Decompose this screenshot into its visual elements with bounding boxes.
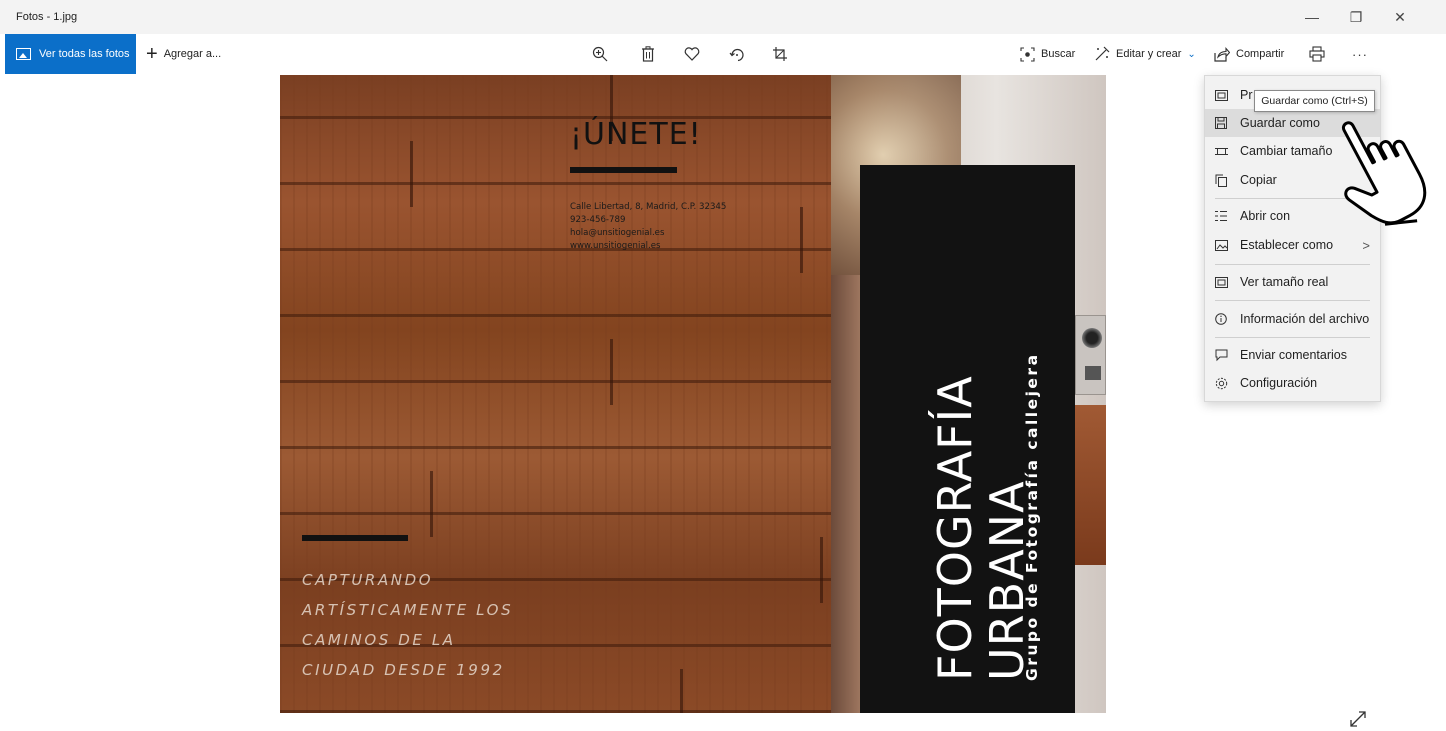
- title-fotografia: FOTOGRAFÍA: [928, 375, 982, 681]
- menu-item-file-info[interactable]: Información del archivo: [1205, 305, 1380, 333]
- close-button[interactable]: ✕: [1378, 0, 1422, 34]
- feedback-icon: [1214, 348, 1228, 362]
- tagline-line: CAMINOS DE LA: [302, 631, 456, 649]
- zoom-button[interactable]: [588, 42, 612, 66]
- contact-web: www.unsitiogenial.es: [570, 241, 661, 251]
- share-button[interactable]: Compartir: [1214, 34, 1284, 74]
- actual-size-icon: [1214, 275, 1228, 289]
- edit-create-label: Editar y crear: [1116, 48, 1182, 60]
- fullscreen-icon[interactable]: [1349, 710, 1367, 728]
- share-label: Compartir: [1236, 48, 1285, 60]
- menu-item-label: Copiar: [1240, 173, 1277, 187]
- chevron-down-icon: ⌄: [1187, 48, 1196, 60]
- add-to-button[interactable]: + Agregar a...: [146, 34, 221, 74]
- subtitle-group: Grupo de Fotografía callejera: [1023, 352, 1041, 681]
- close-icon: ✕: [1394, 8, 1406, 25]
- resize-icon: [1214, 144, 1228, 158]
- zoom-icon: [592, 46, 608, 62]
- maximize-icon: ❐: [1349, 8, 1363, 25]
- window-title: Fotos - 1.jpg: [16, 11, 78, 23]
- settings-icon: [1214, 376, 1228, 390]
- tagline-bar: [302, 535, 408, 541]
- minimize-button[interactable]: —: [1290, 0, 1334, 34]
- menu-item-actual-size[interactable]: Ver tamaño real: [1205, 268, 1380, 296]
- menu-item-label: Establecer como: [1240, 238, 1334, 252]
- maximize-button[interactable]: ❐: [1334, 0, 1378, 34]
- tagline: CAPTURANDO ARTÍSTICAMENTE LOS CAMINOS DE…: [302, 565, 602, 685]
- info-icon: [1214, 312, 1228, 326]
- view-all-photos-label: Ver todas las fotos: [39, 48, 130, 60]
- menu-item-label: Información del archivo: [1240, 312, 1370, 326]
- favorite-button[interactable]: [680, 42, 704, 66]
- menu-item-settings[interactable]: Configuración: [1205, 369, 1380, 397]
- rotate-icon: [729, 48, 744, 62]
- more-options-button[interactable]: ···: [1348, 42, 1372, 66]
- contact-phone: 923-456-789: [570, 215, 626, 225]
- add-to-label: Agregar a...: [163, 48, 222, 60]
- slideshow-icon: [1214, 88, 1228, 102]
- delete-button[interactable]: [636, 42, 660, 66]
- favorite-icon: [684, 47, 700, 61]
- menu-item-label: Guardar como: [1240, 116, 1320, 130]
- save-icon: [1214, 116, 1228, 130]
- tagline-line: ARTÍSTICAMENTE LOS: [302, 601, 514, 619]
- menu-item-label: Ver tamaño real: [1240, 275, 1329, 289]
- title-bar: Fotos - 1.jpg — ❐ ✕: [0, 0, 1446, 34]
- camera-picture: [1075, 315, 1106, 395]
- contact-email: hola@unsitiogenial.es: [570, 228, 665, 238]
- contact-block: Calle Libertad, 8, Madrid, C.P. 32345 92…: [570, 201, 726, 253]
- menu-item-label: Enviar comentarios: [1240, 348, 1347, 362]
- open-with-icon: [1214, 209, 1228, 223]
- photos-icon: [16, 48, 31, 60]
- delete-icon: [642, 46, 654, 62]
- more-icon: ···: [1352, 46, 1368, 62]
- strap-picture: [1075, 405, 1106, 565]
- search-label: Buscar: [1041, 48, 1076, 60]
- hand-pointer-icon: [1341, 121, 1427, 226]
- menu-item-label: Configuración: [1240, 376, 1318, 390]
- headline: ¡ÚNETE!: [570, 117, 702, 152]
- rotate-button[interactable]: [725, 42, 749, 66]
- crop-icon: [773, 47, 787, 61]
- search-face-icon: [1020, 46, 1035, 62]
- menu-separator: [1215, 300, 1370, 301]
- edit-create-icon: [1095, 46, 1110, 61]
- print-button[interactable]: [1305, 42, 1329, 66]
- plus-icon: +: [146, 43, 158, 65]
- tagline-line: CAPTURANDO: [302, 571, 434, 589]
- submenu-arrow-icon: >: [1362, 237, 1370, 253]
- menu-item-label: Cambiar tamaño: [1240, 144, 1333, 158]
- menu-item-feedback[interactable]: Enviar comentarios: [1205, 341, 1380, 369]
- toolbar: Ver todas las fotos + Agregar a... Busca…: [0, 34, 1446, 76]
- photo-viewer-image[interactable]: ¡ÚNETE! Calle Libertad, 8, Madrid, C.P. …: [280, 75, 1106, 713]
- menu-separator: [1215, 337, 1370, 338]
- menu-separator: [1215, 264, 1370, 265]
- print-icon: [1309, 46, 1325, 62]
- contact-address: Calle Libertad, 8, Madrid, C.P. 32345: [570, 202, 727, 212]
- headline-underline: [570, 167, 677, 173]
- menu-item-set-as[interactable]: Establecer como >: [1205, 231, 1380, 259]
- menu-item-label: Pr: [1240, 88, 1253, 102]
- menu-item-label: Abrir con: [1240, 209, 1291, 223]
- copy-icon: [1214, 173, 1228, 187]
- crop-button[interactable]: [768, 42, 792, 66]
- search-button[interactable]: Buscar: [1020, 34, 1075, 74]
- view-all-photos-button[interactable]: Ver todas las fotos: [5, 34, 136, 74]
- minimize-icon: —: [1305, 9, 1319, 25]
- edit-create-button[interactable]: Editar y crear ⌄: [1094, 34, 1196, 74]
- share-icon: [1214, 46, 1230, 62]
- tagline-line: CIUDAD DESDE 1992: [302, 661, 505, 679]
- set-as-icon: [1214, 238, 1228, 252]
